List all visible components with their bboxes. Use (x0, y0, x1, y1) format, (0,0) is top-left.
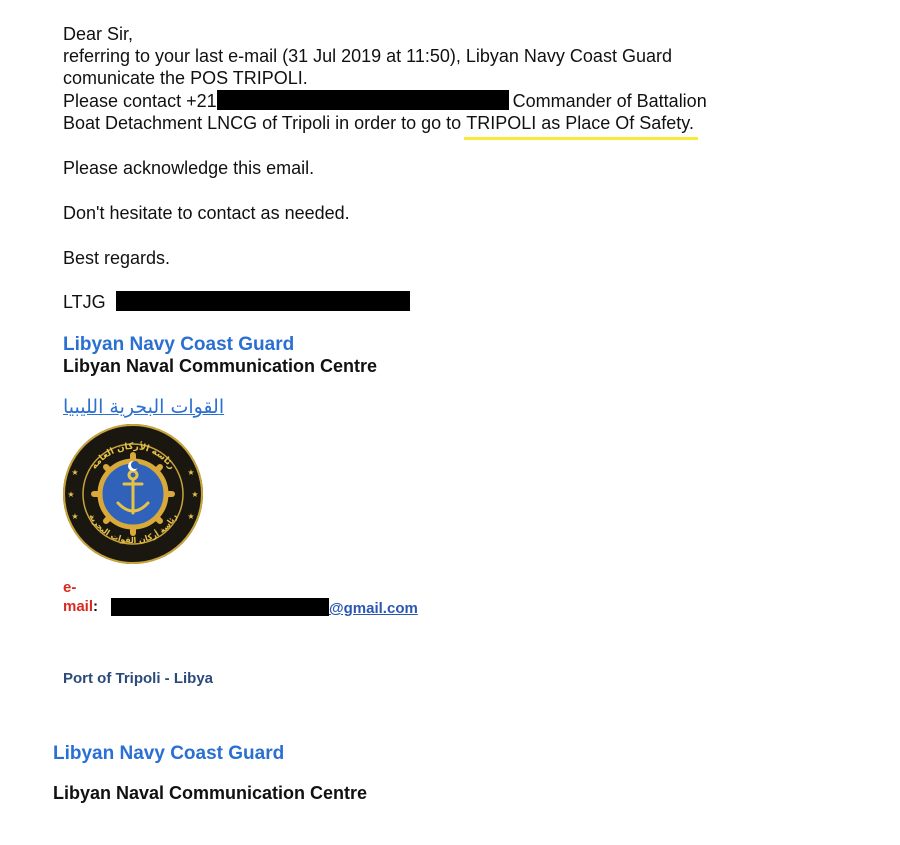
greeting: Dear Sir, (63, 24, 134, 44)
signature-org-black: Libyan Naval Communication Centre (63, 356, 378, 376)
redacted-sender-name (115, 291, 410, 311)
footer-org-blue: Libyan Navy Coast Guard (53, 743, 285, 764)
body-line-3: Please contact +21 Commander of Battalion (63, 90, 707, 112)
regards-line: Best regards. (63, 248, 171, 268)
svg-text:★: ★ (191, 490, 198, 499)
email-label-line-2: mail: (63, 597, 98, 616)
contact-line: Don't hesitate to contact as needed. (63, 203, 350, 223)
port-location: Port of Tripoli - Libya (63, 670, 213, 687)
redacted-email-user (111, 598, 329, 616)
body-line-1: referring to your last e-mail (31 Jul 20… (63, 46, 672, 66)
contact-suffix: Commander of Battalion (512, 91, 707, 111)
email-label-line-1: e- (63, 579, 77, 596)
svg-text:★: ★ (71, 468, 78, 477)
svg-text:★: ★ (187, 468, 194, 477)
email-colon: : (93, 598, 99, 615)
svg-text:★: ★ (71, 512, 78, 521)
body-line-4: Boat Detachment LNCG of Tripoli in order… (63, 112, 698, 140)
contact-prefix: Please contact +21 (63, 91, 217, 111)
footer-org-black: Libyan Naval Communication Centre (53, 783, 368, 803)
acknowledge-line: Please acknowledge this email. (63, 158, 315, 178)
email-label: mail (63, 598, 94, 615)
redacted-phone (216, 90, 509, 110)
highlighted-place-of-safety: TRIPOLI as Place Of Safety. (464, 113, 698, 140)
body-line-4-prefix: Boat Detachment LNCG of Tripoli in order… (63, 113, 467, 133)
sender-line: LTJG (63, 291, 410, 313)
navy-emblem-icon: ★ ★ ★ ★ ★ ★ رئاسة الأركان العامة رئاسة أ… (62, 423, 204, 565)
signature-org-blue: Libyan Navy Coast Guard (63, 334, 295, 355)
svg-text:★: ★ (187, 512, 194, 521)
email-address[interactable]: @gmail.com (111, 598, 418, 618)
email-domain-link[interactable]: @gmail.com (329, 600, 418, 617)
sender-rank: LTJG (63, 292, 106, 312)
body-line-2: comunicate the POS TRIPOLI. (63, 68, 308, 88)
svg-text:★: ★ (67, 490, 74, 499)
arabic-org-link[interactable]: القوات البحرية الليبيا (63, 396, 229, 418)
